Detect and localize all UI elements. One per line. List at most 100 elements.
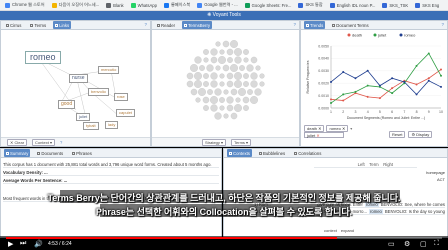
tab-reader[interactable]: Reader: [155, 21, 177, 29]
term-bubble[interactable]: [250, 80, 258, 88]
term-bubble[interactable]: [210, 96, 218, 104]
term-bubble[interactable]: [234, 48, 242, 56]
link-node-rose[interactable]: rose: [114, 93, 128, 101]
term-input[interactable]: juliet ✕: [304, 132, 344, 138]
term-bubble[interactable]: [234, 72, 242, 80]
bookmark-item[interactable]: SKS_TSK: [382, 2, 408, 8]
column-right[interactable]: Right: [383, 162, 417, 167]
link-node-tybalt[interactable]: tybalt: [83, 122, 99, 130]
term-bubble[interactable]: [210, 56, 218, 64]
term-bubble[interactable]: [203, 49, 209, 55]
play-icon[interactable]: ▶: [8, 240, 13, 248]
tab-document-terms[interactable]: Document Terms: [330, 21, 370, 29]
term-bubble[interactable]: [230, 64, 238, 72]
term-bubble[interactable]: [242, 96, 250, 104]
term-bubble[interactable]: [250, 96, 258, 104]
term-bubble[interactable]: [234, 80, 242, 88]
term-bubble[interactable]: [210, 80, 218, 88]
bookmark-item[interactable]: SKS 통합: [298, 2, 323, 8]
term-bubble[interactable]: [186, 72, 194, 80]
term-bubble[interactable]: [203, 81, 209, 87]
reset-button[interactable]: Reset: [389, 131, 406, 138]
expand-slider-label[interactable]: expand: [341, 228, 354, 233]
term-bubble[interactable]: [218, 56, 226, 64]
chevron-down-icon[interactable]: ▾: [350, 126, 352, 131]
term-bubble[interactable]: [230, 88, 238, 96]
term-bubble[interactable]: [214, 88, 222, 96]
term-bubble[interactable]: [203, 57, 209, 63]
term-bubble[interactable]: [250, 56, 258, 64]
tab-termsberry[interactable]: TermsBerry: [182, 21, 213, 29]
link-node-capulet[interactable]: capulet: [116, 109, 135, 117]
tab-phrases[interactable]: Phrases: [70, 149, 94, 157]
termsberry-bubbles[interactable]: [152, 30, 301, 138]
bookmark-item[interactable]: English IDL noun P...: [329, 2, 375, 8]
link-node-lady[interactable]: lady: [105, 121, 119, 129]
clear-button[interactable]: ✕ Clear: [7, 138, 28, 146]
term-bubble[interactable]: [222, 64, 230, 72]
term-bubble[interactable]: [238, 88, 246, 96]
progress-track[interactable]: [6, 237, 442, 239]
term-bubble[interactable]: [198, 88, 206, 96]
term-bubble[interactable]: [255, 65, 261, 71]
term-bubble[interactable]: [226, 96, 234, 104]
term-bubble[interactable]: [194, 80, 202, 88]
column-term[interactable]: Term: [365, 162, 384, 167]
term-bubble[interactable]: [243, 49, 249, 55]
terms-dropdown[interactable]: Terms ▾: [231, 138, 252, 146]
term-bubble[interactable]: [203, 73, 209, 79]
term-bubble[interactable]: [190, 88, 198, 96]
next-icon[interactable]: ⏭: [20, 240, 26, 248]
help-icon-bottom[interactable]: ?: [60, 140, 62, 145]
term-bubble[interactable]: [227, 57, 233, 63]
term-bubble[interactable]: [254, 88, 262, 96]
link-node-juliet[interactable]: juliet: [76, 113, 91, 121]
tab-trends[interactable]: Trends: [304, 21, 326, 29]
fullscreen-icon[interactable]: ⛶: [434, 240, 439, 248]
term-bubble[interactable]: [215, 65, 221, 71]
term-chip-death[interactable]: death ✕: [304, 125, 325, 132]
tab-documents[interactable]: Documents: [35, 149, 65, 157]
bookmark-item[interactable]: Blank: [106, 2, 124, 8]
link-node-good[interactable]: good: [58, 100, 76, 109]
term-bubble[interactable]: [243, 81, 249, 87]
term-bubble[interactable]: [219, 73, 225, 79]
tab-terms[interactable]: Terms: [28, 21, 48, 29]
term-bubble[interactable]: [186, 80, 194, 88]
help-icon[interactable]: ?: [441, 22, 444, 27]
term-bubble[interactable]: [195, 97, 201, 103]
link-node-romeo[interactable]: romeo: [25, 51, 61, 64]
miniplayer-icon[interactable]: ▢: [420, 240, 427, 248]
volume-icon[interactable]: 🔊: [34, 240, 43, 248]
term-bubble[interactable]: [243, 105, 249, 111]
tab-correlations[interactable]: Correlations: [292, 149, 323, 157]
bookmark-item[interactable]: SKS Eng: [415, 2, 439, 8]
help-icon[interactable]: ?: [293, 22, 296, 27]
term-bubble[interactable]: [234, 56, 242, 64]
term-bubble[interactable]: [243, 73, 249, 79]
context-button[interactable]: Context ▾: [32, 138, 55, 146]
term-bubble[interactable]: [239, 65, 245, 71]
term-bubble[interactable]: [210, 72, 218, 80]
display-dropdown[interactable]: ⚙ Display: [408, 131, 433, 138]
term-bubble[interactable]: [203, 105, 209, 111]
bookmark-item[interactable]: Chrome 웹 스토어: [5, 2, 45, 8]
term-bubble[interactable]: [235, 97, 241, 103]
tab-links[interactable]: Links: [53, 21, 72, 29]
term-chip-romeo[interactable]: romeo ✕: [326, 125, 349, 132]
term-bubble[interactable]: [194, 72, 202, 80]
term-bubble[interactable]: [259, 81, 265, 87]
bookmark-item[interactable]: WhatsApp: [130, 2, 157, 8]
term-bubble[interactable]: [226, 72, 234, 80]
term-bubble[interactable]: [247, 89, 253, 95]
term-bubble[interactable]: [243, 57, 249, 63]
term-bubble[interactable]: [214, 112, 222, 120]
tab-bubblelines[interactable]: Bubblelines: [257, 149, 287, 157]
term-bubble[interactable]: [226, 104, 234, 112]
term-bubble[interactable]: [230, 40, 238, 48]
strategy-dropdown[interactable]: Strategy ▾: [202, 138, 227, 146]
link-node-mercutio[interactable]: mercutio: [98, 66, 120, 74]
help-icon[interactable]: ?: [144, 22, 147, 27]
bookmark-item[interactable]: Google 웹번역 - ...: [197, 2, 238, 8]
term-bubble[interactable]: [246, 64, 254, 72]
